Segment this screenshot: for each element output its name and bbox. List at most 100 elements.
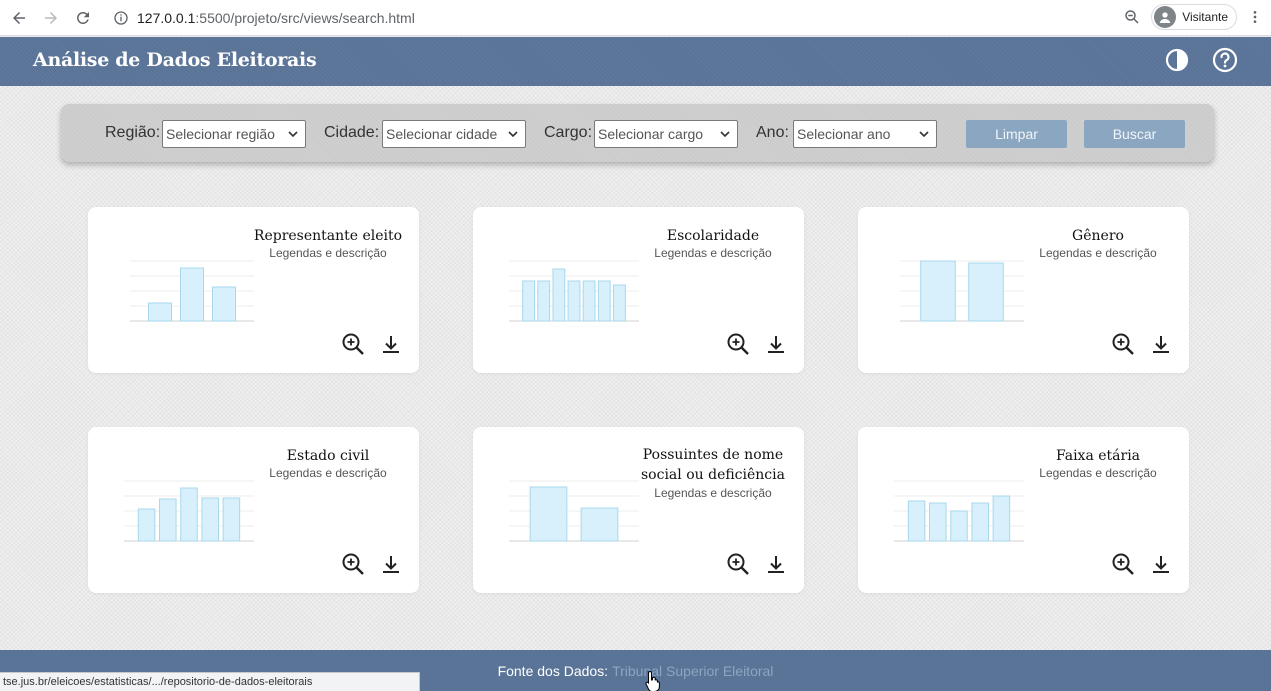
zoom-in-icon[interactable] — [725, 331, 751, 357]
zoom-in-icon[interactable] — [1110, 331, 1136, 357]
url-path: :5500/projeto/src/views/search.html — [195, 9, 415, 26]
download-icon[interactable] — [378, 331, 404, 357]
chart-bar — [907, 500, 926, 542]
zoom-in-icon[interactable] — [340, 331, 366, 357]
bar-chart — [894, 480, 1024, 542]
browser-toolbar: 127.0.0.1:5500/projeto/src/views/search.… — [0, 0, 1271, 36]
chart-bar — [567, 280, 581, 322]
ano-label: Ano: — [756, 124, 789, 141]
chart-bar — [159, 498, 177, 542]
chart-bar — [582, 280, 596, 322]
card-title: Escolaridade — [666, 228, 760, 244]
cidade-select-value: Selecionar cidade — [386, 126, 498, 142]
card-subtitle: Legendas e descrição — [269, 246, 387, 260]
back-icon[interactable] — [7, 6, 31, 30]
ano-select-value: Selecionar ano — [797, 126, 891, 142]
chart-bar — [222, 497, 241, 542]
chart-bar — [201, 497, 219, 542]
zoom-in-icon[interactable] — [340, 551, 366, 577]
cidade-label: Cidade: — [324, 124, 380, 141]
chart-bar — [920, 260, 956, 322]
bar-chart — [900, 260, 1024, 322]
more-menu-icon[interactable] — [1247, 7, 1263, 27]
chart-bar — [522, 280, 535, 322]
download-icon[interactable] — [378, 551, 404, 577]
address-bar[interactable]: 127.0.0.1:5500/projeto/src/views/search.… — [107, 3, 1127, 32]
card-title: Representante eleito — [253, 228, 403, 244]
profile-label: Visitante — [1182, 10, 1228, 24]
cidade-select[interactable]: Selecionar cidade — [382, 120, 526, 148]
chart-bar — [529, 486, 568, 542]
status-bar-url: tse.jus.br/eleicoes/estatisticas/.../rep… — [0, 672, 420, 691]
regiao-label: Região: — [105, 124, 161, 141]
zoom-in-icon[interactable] — [1110, 551, 1136, 577]
search-button[interactable]: Buscar — [1084, 120, 1185, 148]
card-genero: Gênero Legendas e descrição — [858, 207, 1189, 373]
info-icon[interactable] — [113, 10, 129, 26]
help-icon[interactable] — [1212, 47, 1238, 73]
card-title-line-2: social ou deficiência — [641, 467, 785, 483]
footer-source-link[interactable]: Tribunal Superior Eleitoral — [612, 663, 773, 679]
card-subtitle: Legendas e descrição — [269, 466, 387, 480]
ano-select[interactable]: Selecionar ano — [793, 120, 937, 148]
card-title-line-1: Possuintes de nome — [642, 447, 784, 463]
chart-bar — [552, 268, 566, 322]
card-faixa-etaria: Faixa etária Legendas e descrição — [858, 427, 1189, 593]
chart-bar — [968, 262, 1004, 322]
chart-bar — [971, 502, 989, 542]
download-icon[interactable] — [763, 331, 789, 357]
url-host: 127.0.0.1 — [137, 9, 196, 26]
bar-chart — [130, 260, 254, 322]
chart-bar — [180, 487, 198, 542]
page-title: Análise de Dados Eleitorais — [33, 49, 317, 71]
avatar-icon — [1154, 6, 1177, 28]
bar-chart — [509, 480, 639, 542]
contrast-icon[interactable] — [1164, 47, 1190, 73]
zoom-out-icon[interactable] — [1123, 8, 1141, 26]
bar-chart — [124, 480, 254, 542]
card-nome-social-deficiencia: Possuintes de nome social ou deficiência… — [473, 427, 804, 593]
card-subtitle: Legendas e descrição — [654, 246, 772, 260]
chevron-down-icon — [919, 131, 929, 138]
chart-bar — [613, 284, 626, 322]
regiao-select-value: Selecionar região — [166, 126, 275, 142]
chart-bar — [137, 508, 156, 542]
chart-bar — [597, 280, 611, 322]
clear-button[interactable]: Limpar — [966, 120, 1067, 148]
chart-bar — [992, 495, 1011, 542]
chart-bar — [580, 507, 619, 542]
chart-bar — [147, 302, 173, 322]
chevron-down-icon — [288, 131, 298, 138]
chart-bar — [950, 510, 968, 542]
cargo-select-value: Selecionar cargo — [598, 126, 704, 142]
chevron-down-icon — [720, 131, 730, 138]
filter-bar: Região: Selecionar região Cidade: Seleci… — [61, 104, 1214, 162]
chart-bar — [537, 280, 551, 322]
regiao-select[interactable]: Selecionar região — [162, 120, 306, 148]
chevron-down-icon — [508, 131, 518, 138]
download-icon[interactable] — [1148, 331, 1174, 357]
zoom-in-icon[interactable] — [725, 551, 751, 577]
card-escolaridade: Escolaridade Legendas e descrição — [473, 207, 804, 373]
card-subtitle: Legendas e descrição — [1039, 466, 1157, 480]
hand-cursor-icon — [645, 670, 660, 691]
reload-icon[interactable] — [71, 6, 95, 30]
card-title: Gênero — [1072, 228, 1124, 244]
download-icon[interactable] — [1148, 551, 1174, 577]
chart-bar — [179, 267, 205, 322]
card-subtitle: Legendas e descrição — [1039, 246, 1157, 260]
chart-bar — [929, 502, 947, 542]
cargo-label: Cargo: — [544, 124, 593, 141]
chart-bar — [211, 286, 237, 322]
card-title: Faixa etária — [1055, 448, 1141, 464]
card-subtitle: Legendas e descrição — [654, 486, 772, 500]
app-header: Análise de Dados Eleitorais — [0, 37, 1271, 86]
card-representante-eleito: Representante eleito Legendas e descriçã… — [88, 207, 419, 373]
card-title: Estado civil — [286, 448, 370, 464]
download-icon[interactable] — [763, 551, 789, 577]
forward-icon[interactable] — [39, 6, 63, 30]
bar-chart — [509, 260, 639, 322]
cargo-select[interactable]: Selecionar cargo — [594, 120, 738, 148]
profile-button[interactable]: Visitante — [1151, 4, 1237, 30]
footer-source-label: Fonte dos Dados: — [497, 662, 609, 679]
